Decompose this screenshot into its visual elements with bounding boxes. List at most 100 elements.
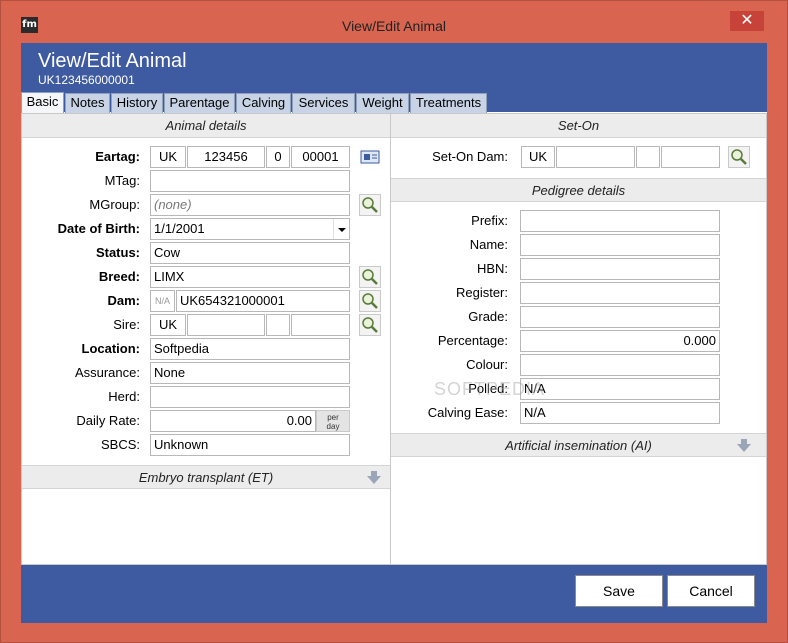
tab-basic[interactable]: Basic xyxy=(21,92,64,113)
dam-search-button[interactable] xyxy=(359,290,381,312)
close-icon: ✕ xyxy=(740,12,754,29)
sire-check-field[interactable] xyxy=(266,314,290,336)
chevron-down-icon xyxy=(338,228,346,232)
window-title: View/Edit Animal xyxy=(341,18,446,34)
title-bar[interactable]: fm View/Edit Animal ✕ xyxy=(1,1,787,35)
pedigree-header: Pedigree details xyxy=(391,178,766,202)
tab-services[interactable]: Services xyxy=(292,93,355,113)
status-field[interactable]: Cow xyxy=(150,242,350,264)
et-section-title: Embryo transplant (ET) xyxy=(138,470,274,485)
tab-bar: Basic Notes History Parentage Calving Se… xyxy=(21,92,767,113)
eartag-label: Eartag: xyxy=(95,149,140,164)
et-section-header[interactable]: Embryo transplant (ET) xyxy=(22,465,390,489)
sbcs-label: SBCS: xyxy=(100,437,140,452)
animal-details-panel: Animal details Eartag: UK 123456 0 00001… xyxy=(21,113,391,565)
assurance-label: Assurance: xyxy=(74,365,140,380)
breed-label: Breed: xyxy=(98,269,140,284)
dam-label: Dam: xyxy=(107,293,140,308)
seton-dam-number-field[interactable] xyxy=(661,146,720,168)
name-label: Name: xyxy=(469,237,508,252)
prefix-field[interactable] xyxy=(520,210,720,232)
colour-label: Colour: xyxy=(466,357,508,372)
eartag-card-button[interactable] xyxy=(359,146,381,168)
search-icon xyxy=(362,317,378,333)
eartag-check-field[interactable]: 0 xyxy=(266,146,290,168)
daily-rate-label: Daily Rate: xyxy=(76,413,140,428)
per-day-unit: per day xyxy=(316,410,350,432)
tab-parentage[interactable]: Parentage xyxy=(164,93,235,113)
dialog-footer: Save Cancel xyxy=(21,565,767,623)
dob-value: 1/1/2001 xyxy=(154,221,205,236)
mtag-field[interactable] xyxy=(150,170,350,192)
tab-calving[interactable]: Calving xyxy=(236,93,291,113)
sire-number-field[interactable] xyxy=(291,314,350,336)
dialog-header: View/Edit Animal UK123456000001 xyxy=(21,43,767,92)
mgroup-search-button[interactable] xyxy=(359,194,381,216)
dob-field[interactable]: 1/1/2001 xyxy=(150,218,350,240)
location-field[interactable]: Softpedia xyxy=(150,338,350,360)
sire-country-field[interactable]: UK xyxy=(150,314,186,336)
colour-field[interactable] xyxy=(520,354,720,376)
status-label: Status: xyxy=(95,245,140,260)
location-label: Location: xyxy=(81,341,141,356)
grade-field[interactable] xyxy=(520,306,720,328)
ai-section-title: Artificial insemination (AI) xyxy=(505,438,652,453)
seton-dam-country-field[interactable]: UK xyxy=(521,146,555,168)
eartag-country-field[interactable]: UK xyxy=(150,146,186,168)
seton-dam-herd-field[interactable] xyxy=(556,146,635,168)
sbcs-field[interactable]: Unknown xyxy=(150,434,350,456)
daily-rate-field[interactable]: 0.00 xyxy=(150,410,316,432)
sire-label: Sire: xyxy=(113,317,140,332)
hbn-field[interactable] xyxy=(520,258,720,280)
herd-field[interactable] xyxy=(150,386,350,408)
seton-dam-check-field[interactable] xyxy=(636,146,660,168)
mgroup-label: MGroup: xyxy=(89,197,140,212)
search-icon xyxy=(362,197,378,213)
seton-header: Set-On xyxy=(391,114,766,138)
expand-down-icon[interactable] xyxy=(736,438,752,454)
softpedia-watermark: SOFTPEDIA xyxy=(434,379,546,399)
mtag-label: MTag: xyxy=(104,173,140,188)
calving-ease-field[interactable]: N/A xyxy=(520,402,720,424)
close-button[interactable]: ✕ xyxy=(730,11,764,31)
expand-down-icon[interactable] xyxy=(366,470,382,486)
animal-details-header: Animal details xyxy=(22,114,390,138)
dob-label: Date of Birth: xyxy=(57,221,140,236)
dam-field[interactable]: UK654321000001 xyxy=(176,290,350,312)
search-icon xyxy=(362,293,378,309)
tab-weight[interactable]: Weight xyxy=(356,93,409,113)
sire-herd-field[interactable] xyxy=(187,314,265,336)
per-day-unit-line1: per xyxy=(327,413,339,422)
tab-treatments[interactable]: Treatments xyxy=(410,93,487,113)
polled-field[interactable]: N/A xyxy=(520,378,720,400)
tab-history[interactable]: History xyxy=(111,93,163,113)
register-field[interactable] xyxy=(520,282,720,304)
dam-na-field[interactable]: N/A xyxy=(150,290,175,312)
mgroup-field[interactable]: (none) xyxy=(150,194,350,216)
dob-dropdown-button[interactable] xyxy=(333,219,349,239)
app-window: fm View/Edit Animal ✕ View/Edit Animal U… xyxy=(0,0,788,643)
breed-search-button[interactable] xyxy=(359,266,381,288)
percentage-label: Percentage: xyxy=(437,333,508,348)
assurance-field[interactable]: None xyxy=(150,362,350,384)
eartag-herd-field[interactable]: 123456 xyxy=(187,146,265,168)
name-field[interactable] xyxy=(520,234,720,256)
grade-label: Grade: xyxy=(468,309,508,324)
pedigree-panel: Set-On Set-On Dam: UK Pedigree details P… xyxy=(390,113,767,565)
cancel-button[interactable]: Cancel xyxy=(667,575,755,607)
sire-search-button[interactable] xyxy=(359,314,381,336)
ai-section-header[interactable]: Artificial insemination (AI) xyxy=(391,433,766,457)
eartag-number-field[interactable]: 00001 xyxy=(291,146,350,168)
search-icon xyxy=(362,269,378,285)
tab-notes[interactable]: Notes xyxy=(65,93,110,113)
id-card-icon xyxy=(360,150,380,164)
per-day-unit-line2: day xyxy=(326,422,340,431)
page-title: View/Edit Animal xyxy=(38,50,187,72)
hbn-label: HBN: xyxy=(476,261,508,276)
search-icon xyxy=(731,149,747,165)
calving-ease-label: Calving Ease: xyxy=(427,405,508,420)
percentage-field[interactable]: 0.000 xyxy=(520,330,720,352)
save-button[interactable]: Save xyxy=(575,575,663,607)
breed-field[interactable]: LIMX xyxy=(150,266,350,288)
seton-dam-search-button[interactable] xyxy=(728,146,750,168)
